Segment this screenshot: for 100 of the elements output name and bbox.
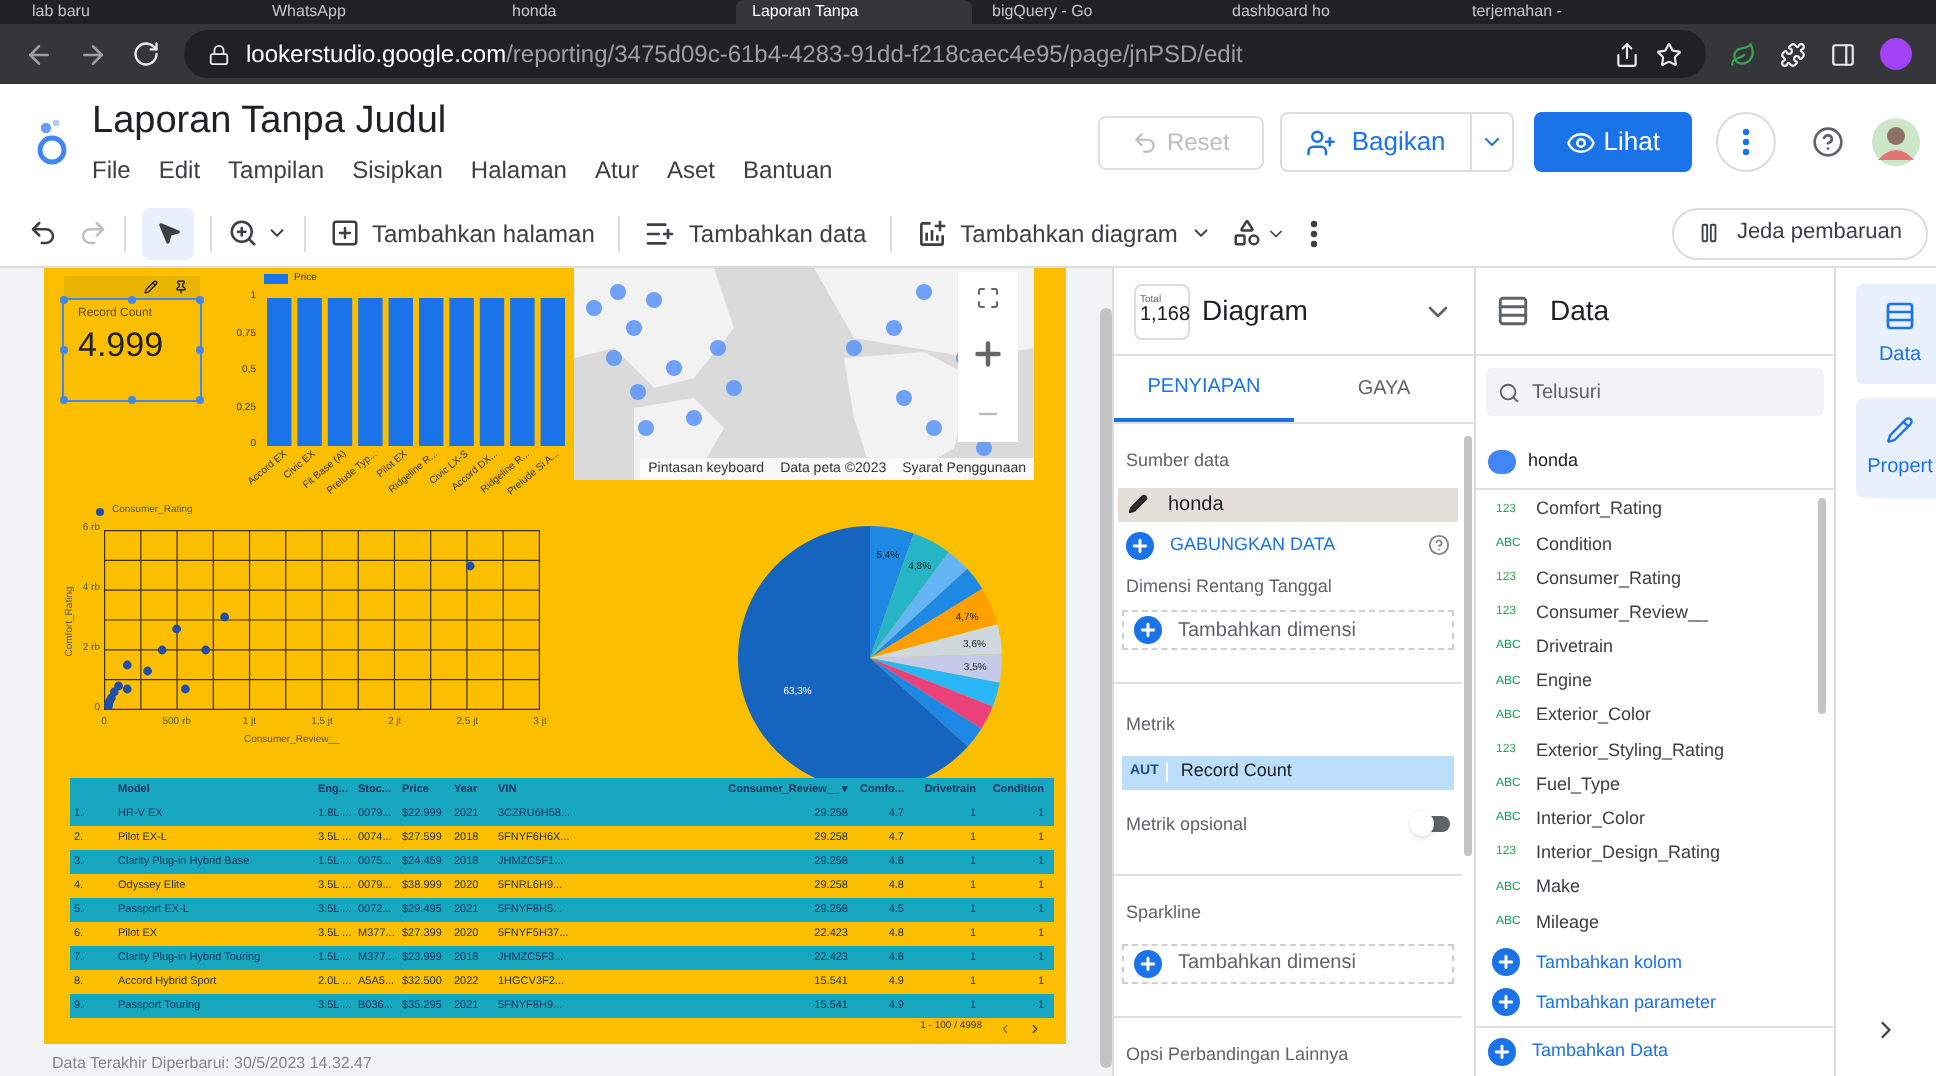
add-icon: [1492, 948, 1520, 977]
undo-icon: [1132, 129, 1159, 155]
add-list-icon: [644, 217, 677, 249]
pointer-icon: [155, 220, 181, 246]
resize-handle[interactable]: [196, 396, 204, 404]
community-button[interactable]: [1231, 218, 1286, 248]
reload-icon[interactable]: [132, 40, 160, 68]
add-person-icon: [1305, 127, 1336, 157]
add-page-icon: [330, 218, 360, 248]
resize-handle[interactable]: [128, 396, 136, 404]
browser-tab[interactable]: terjemahan -: [1456, 0, 1692, 24]
search-field[interactable]: Telusuri: [1486, 368, 1824, 416]
rail-tab[interactable]: Propert: [1856, 398, 1936, 498]
menu-item[interactable]: Tampilan: [228, 151, 325, 187]
toggle-label: Metrik opsional: [1126, 811, 1248, 838]
resize-handle[interactable]: [60, 396, 68, 404]
back-icon[interactable]: [24, 39, 54, 69]
extension-icon[interactable]: [1730, 41, 1756, 67]
browser-tab[interactable]: WhatsApp: [256, 0, 492, 24]
side-panel-icon[interactable]: [1830, 41, 1856, 67]
edit-icon[interactable]: [144, 280, 158, 294]
browser-tab[interactable]: honda: [496, 0, 732, 24]
data-source-name: honda: [1528, 448, 1579, 474]
menu-item[interactable]: Edit: [158, 151, 201, 187]
zoom-button[interactable]: [228, 218, 288, 248]
more-icon: [1742, 128, 1750, 156]
rail-tab[interactable]: Data: [1856, 284, 1936, 384]
fullscreen-icon[interactable]: [976, 285, 1000, 310]
help-icon[interactable]: [1428, 534, 1450, 556]
resize-handle[interactable]: [196, 296, 204, 304]
resize-handle[interactable]: [60, 346, 68, 354]
lock-icon: [208, 43, 230, 65]
next-page-icon[interactable]: [1028, 1021, 1042, 1035]
menu-item[interactable]: Aset: [666, 151, 715, 187]
table-icon: [1496, 294, 1530, 328]
forward-icon[interactable]: [78, 39, 108, 69]
zoom-icon: [228, 218, 258, 248]
last-updated-text: Data Terakhir Diperbarui: 30/5/2023 14.32.47: [52, 1052, 374, 1076]
add-data-link[interactable]: Tambahkan Data: [1476, 1037, 1834, 1066]
panel-tab[interactable]: GAYA: [1294, 356, 1474, 422]
more-icon[interactable]: [1309, 219, 1318, 247]
address-bar[interactable]: lookerstudio.google.com/reporting/3475d09c-61b4-4283-91dd-f218caec4e95/page/jnPSD/edit: [184, 30, 1706, 78]
pause-icon: [1698, 222, 1721, 244]
add-icon: [1134, 616, 1162, 644]
chart-type-title: Diagram: [1202, 292, 1308, 330]
more-button[interactable]: [1716, 112, 1776, 172]
add-icon: [1134, 949, 1162, 977]
extensions-icon[interactable]: [1780, 41, 1806, 67]
help-icon[interactable]: [1812, 126, 1844, 158]
add-action-link[interactable]: Tambahkan kolom: [1476, 945, 1834, 980]
add-data-button[interactable]: Tambahkan data: [636, 215, 875, 251]
section-label: Opsi Perbandingan Lainnya: [1124, 1041, 1351, 1068]
share-button[interactable]: Bagikan: [1279, 112, 1514, 172]
resize-handle[interactable]: [196, 346, 204, 354]
menu-item[interactable]: Sisipkan: [352, 151, 443, 187]
zoom-in-icon[interactable]: [970, 336, 1006, 373]
browser-tab[interactable]: Laporan Tanpa: [736, 0, 972, 24]
menu-item[interactable]: Halaman: [470, 151, 567, 187]
add-icon: [1492, 988, 1520, 1017]
shapes-icon: [1231, 218, 1262, 248]
add-chart-icon: [916, 217, 949, 249]
add-page-button[interactable]: Tambahkan halaman: [322, 215, 603, 251]
eye-icon: [1565, 127, 1596, 157]
browser-tab[interactable]: bigQuery - Go: [976, 0, 1212, 24]
previous-page-icon[interactable]: [998, 1021, 1012, 1035]
add-dimension-field[interactable]: Tambahkan dimensi: [1122, 943, 1454, 983]
browser-tab[interactable]: dashboard ho: [1216, 0, 1452, 24]
add-action-link[interactable]: Tambahkan parameter: [1476, 985, 1834, 1020]
view-button[interactable]: Lihat: [1533, 112, 1692, 172]
logo-icon: [36, 118, 68, 166]
browser-tab[interactable]: lab baru: [16, 0, 252, 24]
section-label: Sumber data: [1124, 448, 1232, 474]
report-title[interactable]: Laporan Tanpa Judul: [92, 97, 833, 145]
section-label: Sparkline: [1124, 900, 1204, 926]
profile-avatar[interactable]: [1880, 38, 1912, 70]
toggle-switch[interactable]: [1414, 816, 1450, 833]
menu-item[interactable]: File: [92, 151, 131, 187]
resize-handle[interactable]: [128, 296, 136, 304]
pause-updates-button[interactable]: Jeda pembaruan: [1672, 207, 1928, 259]
panel-tab[interactable]: PENYIAPAN: [1114, 356, 1294, 422]
panel-title: Data: [1550, 292, 1610, 330]
share-icon[interactable]: [1614, 41, 1640, 67]
menu-item[interactable]: Atur: [594, 151, 639, 187]
legend-swatch: [264, 274, 288, 285]
undo-icon[interactable]: [28, 218, 58, 248]
search-icon: [1498, 381, 1520, 403]
bookmark-icon[interactable]: [1656, 41, 1682, 67]
data-source-chip[interactable]: honda: [1118, 487, 1458, 521]
pin-icon[interactable]: [174, 280, 188, 294]
blend-data-link[interactable]: GABUNGKAN DATA: [1170, 531, 1336, 559]
add-chart-button[interactable]: Tambahkan diagram: [908, 215, 1220, 251]
scorecard-value: 4.999: [78, 323, 166, 366]
section-label: Dimensi Rentang Tanggal: [1124, 573, 1334, 600]
add-icon: [1488, 1037, 1516, 1066]
pencil-icon: [1128, 494, 1148, 514]
user-avatar[interactable]: [1872, 118, 1920, 166]
menu-item[interactable]: Bantuan: [742, 151, 833, 187]
select-tool-button[interactable]: [142, 207, 194, 259]
add-dimension-field[interactable]: Tambahkan dimensi: [1122, 610, 1454, 650]
resize-handle[interactable]: [60, 296, 68, 304]
